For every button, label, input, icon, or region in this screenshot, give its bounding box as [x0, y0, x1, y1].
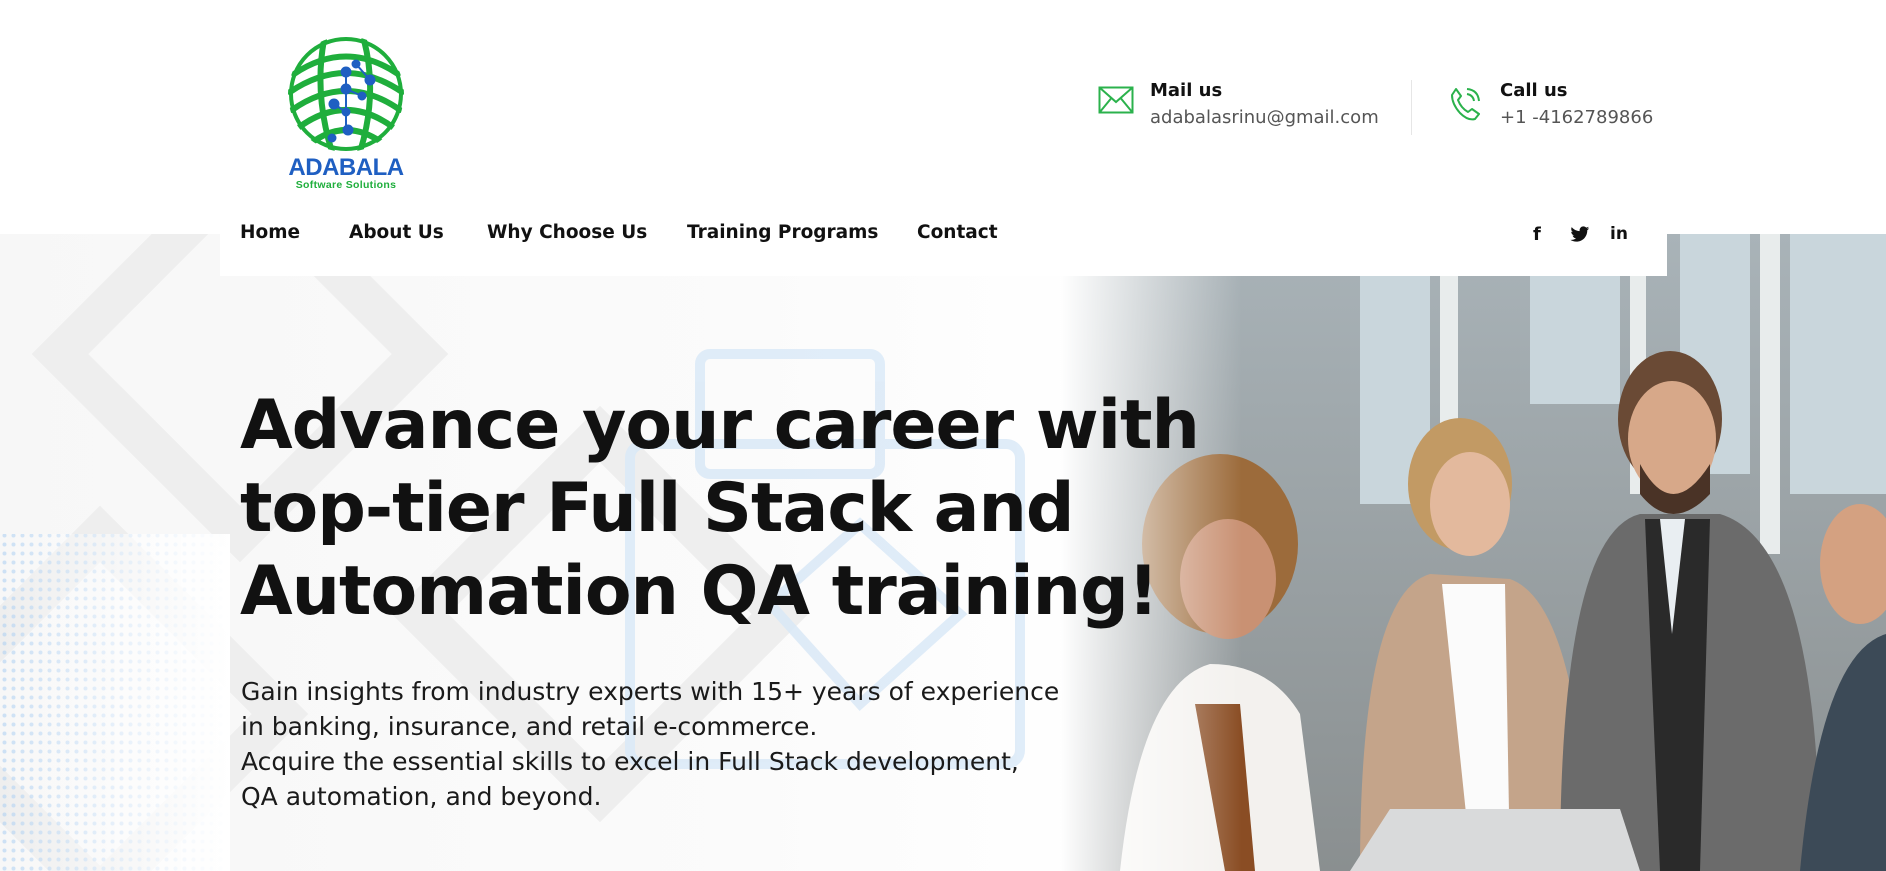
nav-contact[interactable]: Contact — [917, 222, 998, 243]
phone-number[interactable]: +1 -4162789866 — [1500, 107, 1653, 128]
linkedin-icon[interactable]: in — [1610, 224, 1628, 244]
brand-name: ADABALA — [288, 154, 404, 181]
hero-description: Gain insights from industry experts with… — [241, 674, 1121, 814]
contact-call[interactable]: Call us +1 -4162789866 — [1448, 80, 1668, 140]
contact-mail[interactable]: Mail us adabalasrinu@gmail.com — [1098, 80, 1398, 140]
mail-address[interactable]: adabalasrinu@gmail.com — [1150, 107, 1379, 128]
hero-heading-line: top-tier Full Stack and — [240, 469, 1075, 548]
main-navigation: Home About Us Why Choose Us Training Pro… — [220, 210, 1667, 276]
nav-about-us[interactable]: About Us — [349, 222, 444, 243]
hero-heading-line: Advance your career with — [240, 386, 1200, 465]
twitter-icon[interactable] — [1570, 226, 1590, 248]
site-header: ADABALA Software Solutions Mail us adaba… — [0, 0, 1886, 234]
hero-description-line: Acquire the essential skills to excel in… — [241, 747, 1019, 776]
nav-home[interactable]: Home — [240, 222, 300, 243]
hero-description-line: in banking, insurance, and retail e-comm… — [241, 712, 818, 741]
facebook-icon[interactable]: f — [1533, 224, 1541, 245]
mail-icon — [1098, 86, 1134, 118]
globe-logo-icon — [288, 37, 404, 152]
nav-training-programs[interactable]: Training Programs — [687, 222, 878, 243]
hero-heading: Advance your career with top-tier Full S… — [240, 384, 1200, 633]
nav-why-choose-us[interactable]: Why Choose Us — [487, 222, 647, 243]
hero-heading-line: Automation QA training! — [240, 552, 1159, 631]
hero-section: Advance your career with top-tier Full S… — [0, 234, 1886, 871]
brand-tagline: Software Solutions — [295, 179, 397, 191]
contact-divider — [1411, 80, 1412, 135]
hero-description-line: Gain insights from industry experts with… — [241, 677, 1060, 706]
mail-label: Mail us — [1150, 80, 1223, 101]
hero-description-line: QA automation, and beyond. — [241, 782, 602, 811]
call-label: Call us — [1500, 80, 1568, 101]
phone-icon — [1448, 86, 1482, 126]
brand-logo[interactable]: ADABALA Software Solutions — [278, 34, 418, 194]
